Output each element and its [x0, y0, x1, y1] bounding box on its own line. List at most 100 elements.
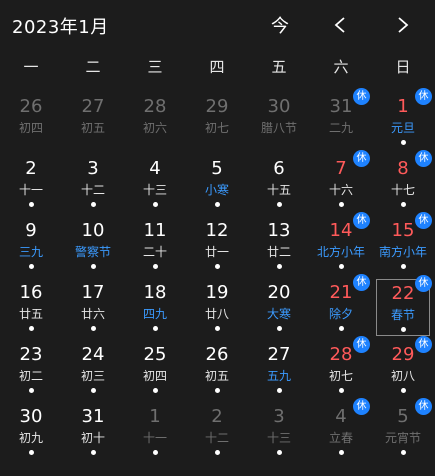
day-cell[interactable]: 8 十七休 — [372, 150, 434, 216]
holiday-badge: 休 — [353, 212, 370, 229]
day-cell[interactable]: 18 四九 — [124, 278, 186, 340]
day-cell[interactable]: 14 北方小年休 — [310, 212, 372, 278]
day-number: 16 — [19, 282, 43, 303]
lunar-date-label: 十五 — [266, 183, 291, 197]
weekday-sat: 六 — [333, 58, 349, 76]
day-number: 30 — [19, 406, 43, 427]
festival-label: 五九 — [266, 369, 291, 383]
lunar-date-label: 元宵节 — [384, 431, 421, 445]
lunar-date-label: 初五 — [80, 121, 105, 135]
lunar-date-label: 初七 — [328, 369, 353, 383]
today-button[interactable]: 今 — [264, 10, 296, 40]
day-cell[interactable]: 4 十三 — [124, 154, 186, 216]
day-cell[interactable]: 25 初四 — [124, 340, 186, 402]
day-cell[interactable]: 11 二十 — [124, 216, 186, 278]
day-number: 24 — [81, 344, 105, 365]
lunar-date-label: 廿二 — [266, 245, 291, 259]
previous-month-button[interactable] — [324, 10, 356, 40]
lunar-date-label: 初六 — [142, 121, 167, 135]
day-number: 17 — [81, 282, 105, 303]
day-cell[interactable]: 6 十五 — [248, 154, 310, 216]
day-cell[interactable]: 29 初八休 — [372, 336, 434, 402]
day-cell[interactable]: 30 初九 — [0, 402, 62, 464]
day-cell[interactable]: 2 十二 — [186, 402, 248, 464]
festival-label: 春节 — [390, 308, 415, 322]
day-cell[interactable]: 2 十一 — [0, 154, 62, 216]
weekday-thu: 四 — [209, 58, 225, 76]
day-cell[interactable]: 27 五九 — [248, 340, 310, 402]
day-cell[interactable]: 24 初三 — [62, 340, 124, 402]
day-number: 13 — [267, 220, 291, 241]
lunar-date-label: 初三 — [80, 369, 105, 383]
event-dot — [152, 264, 158, 269]
day-cell[interactable]: 12 廿一 — [186, 216, 248, 278]
day-cell[interactable]: 13 廿二 — [248, 216, 310, 278]
event-dot — [90, 450, 96, 455]
event-dot — [338, 326, 344, 331]
day-cell[interactable]: 17 廿六 — [62, 278, 124, 340]
day-cell[interactable]: 10 警察节 — [62, 216, 124, 278]
day-cell[interactable]: 30 腊八节 — [248, 92, 310, 154]
day-number: 11 — [143, 220, 167, 241]
day-number: 20 — [267, 282, 291, 303]
day-cell[interactable]: 5 元宵节休 — [372, 398, 434, 464]
day-number: 4 — [149, 158, 161, 179]
day-cell[interactable]: 23 初二 — [0, 340, 62, 402]
month-title[interactable]: 2023年1月 — [12, 13, 109, 39]
day-cell-selected[interactable]: 22 春节休 — [376, 275, 432, 336]
day-cell[interactable]: 3 十三 — [248, 402, 310, 464]
event-dot — [400, 327, 406, 332]
day-cell[interactable]: 27 初五 — [62, 92, 124, 154]
day-number: 31 — [81, 406, 105, 427]
day-number: 1 — [149, 406, 161, 427]
event-dot — [90, 326, 96, 331]
day-number: 28 — [143, 96, 167, 117]
day-number: 30 — [267, 96, 291, 117]
day-cell[interactable]: 19 廿八 — [186, 278, 248, 340]
weekday-sun: 日 — [395, 58, 411, 76]
day-cell[interactable]: 20 大寒 — [248, 278, 310, 340]
day-cell[interactable]: 28 初六 — [124, 92, 186, 154]
day-cell[interactable]: 5 小寒 — [186, 154, 248, 216]
day-number: 27 — [81, 96, 105, 117]
day-cell[interactable]: 1 十一 — [124, 402, 186, 464]
weekday-mon: 一 — [23, 58, 39, 76]
holiday-badge: 休 — [415, 88, 432, 105]
day-cell[interactable]: 16 廿五 — [0, 278, 62, 340]
event-dot — [28, 264, 34, 269]
day-cell[interactable]: 26 初四 — [0, 92, 62, 154]
holiday-badge: 休 — [415, 275, 432, 292]
lunar-date-label: 十三 — [266, 431, 291, 445]
event-dot — [28, 202, 34, 207]
weekday-header-row: 一 二 三 四 五 六 日 — [0, 50, 435, 84]
day-number: 12 — [205, 220, 229, 241]
weekday-fri: 五 — [271, 58, 287, 76]
day-cell[interactable]: 29 初七 — [186, 92, 248, 154]
day-cell[interactable]: 26 初五 — [186, 340, 248, 402]
day-cell[interactable]: 21 除夕休 — [310, 274, 372, 340]
lunar-date-label: 十一 — [142, 431, 167, 445]
day-cell[interactable]: 28 初七休 — [310, 336, 372, 402]
festival-label: 除夕 — [328, 307, 353, 321]
event-dot — [214, 450, 220, 455]
day-cell[interactable]: 15 南方小年休 — [372, 212, 434, 278]
event-dot — [28, 388, 34, 393]
lunar-date-label: 廿八 — [204, 307, 229, 321]
next-month-button[interactable] — [387, 10, 419, 40]
day-cell[interactable]: 7 十六休 — [310, 150, 372, 216]
day-number: 27 — [267, 344, 291, 365]
holiday-badge: 休 — [415, 336, 432, 353]
event-dot — [152, 388, 158, 393]
day-number: 25 — [143, 344, 167, 365]
holiday-badge: 休 — [353, 274, 370, 291]
day-cell[interactable]: 9 三九 — [0, 216, 62, 278]
day-cell[interactable]: 31 二九休 — [310, 88, 372, 154]
day-number: 18 — [143, 282, 167, 303]
day-cell[interactable]: 1 元旦休 — [372, 88, 434, 154]
day-cell[interactable]: 3 十二 — [62, 154, 124, 216]
event-dot — [28, 326, 34, 331]
day-cell[interactable]: 4 立春休 — [310, 398, 372, 464]
festival-label: 小寒 — [204, 183, 229, 197]
lunar-date-label: 廿一 — [204, 245, 229, 259]
day-cell[interactable]: 31 初十 — [62, 402, 124, 464]
